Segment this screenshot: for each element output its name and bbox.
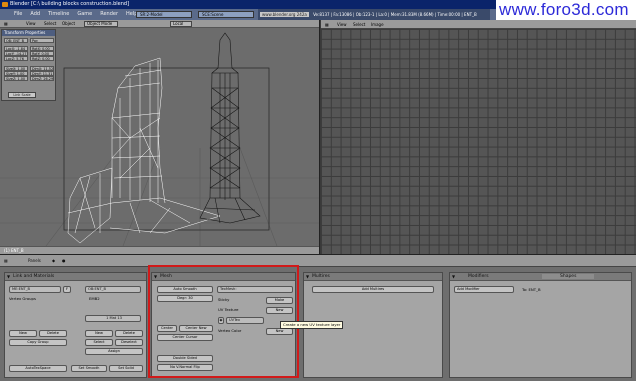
add-modifier-dropdown[interactable]: Add Modifier [454, 286, 514, 293]
tooltip: Create a new UV texture layer [280, 321, 344, 329]
blender-window: Blender [C:\ building blocks constructio… [0, 0, 636, 381]
object-name-field[interactable]: OB:ENT_B [85, 286, 141, 293]
menu-object[interactable]: Object [62, 21, 75, 27]
material-assign-button[interactable]: Assign [85, 348, 143, 355]
viewport-header: ▦ View Select Object Object Mode Local [0, 20, 319, 28]
mode-selector[interactable]: Object Mode [84, 21, 118, 27]
menu-add[interactable]: Add [30, 9, 40, 20]
link-and-materials-panel: Link and Materials ME:ENT_B F OB:ENT_B V… [4, 272, 147, 378]
vgroup-delete-button[interactable]: Delete [39, 330, 67, 337]
menu-timeline[interactable]: Timeline [48, 9, 69, 20]
menu-file[interactable]: File [14, 9, 22, 20]
panel-header[interactable]: Multires [304, 273, 442, 281]
wireframe-scene [0, 32, 319, 254]
editor-type-icon[interactable]: ▦ [4, 257, 8, 265]
buttons-window: ▦ Panels ◆ ● Link and Materials ME:ENT_B… [0, 254, 636, 381]
editor-type-icon[interactable]: ▦ [4, 21, 8, 27]
tab-modifiers[interactable]: Modifiers [468, 274, 489, 279]
menu-select[interactable]: Select [44, 21, 56, 27]
editing-context-icon[interactable]: ◆ [52, 257, 55, 265]
material-select-button[interactable]: Select [85, 339, 113, 346]
set-solid-button[interactable]: Set Solid [109, 365, 143, 372]
black-tower-mesh[interactable] [199, 32, 261, 224]
viewport-footer: (1) ENT_B [0, 246, 319, 254]
3d-viewport[interactable]: ▦ View Select Object Object Mode Local T… [0, 20, 320, 254]
panel-header: Modifiers Shapes [450, 273, 631, 281]
copy-group-button[interactable]: Copy Group [9, 339, 67, 346]
material-slot-field[interactable]: 1 Mat 13 [85, 315, 141, 322]
material-index-label: EMB2 [89, 296, 100, 301]
modifier-target-label: To: ENT_B [522, 287, 541, 292]
tab-shapes[interactable]: Shapes [541, 274, 595, 279]
uv-editor-header: ▦ View Select Image [321, 20, 636, 29]
menu-render[interactable]: Render [100, 9, 118, 20]
material-delete-button[interactable]: Delete [115, 330, 143, 337]
buttons-header: ▦ Panels ◆ ● [0, 255, 636, 267]
material-deselect-button[interactable]: Deselect [115, 339, 143, 346]
menu-game[interactable]: Game [77, 9, 92, 20]
white-tower-mesh[interactable] [67, 57, 221, 244]
vgroup-new-button[interactable]: New [9, 330, 37, 337]
screen-selector[interactable]: SR:2-Model [136, 11, 192, 18]
main-menu: File Add Timeline Game Render Help [14, 9, 137, 20]
menu-image[interactable]: Image [371, 21, 384, 28]
blender-logo-icon [2, 2, 8, 7]
scene-selector[interactable]: SCE:Scene [198, 11, 254, 18]
menu-view[interactable]: View [337, 21, 347, 28]
autotexspace-button[interactable]: AutoTexSpace [9, 365, 67, 372]
set-smooth-button[interactable]: Set Smooth [71, 365, 107, 372]
vertex-groups-label: Vertex Groups [9, 296, 36, 301]
info-bar: www.blender.org 242a Ve:8137 | Fa:13086 … [258, 9, 490, 20]
panels-menu[interactable]: Panels [28, 257, 41, 265]
highlight-annotation-box [148, 265, 299, 378]
add-multires-button[interactable]: Add Multires [312, 286, 434, 293]
modifiers-panel: Modifiers Shapes Add Modifier To: ENT_B [449, 272, 632, 378]
uv-image-editor[interactable]: ▦ View Select Image [321, 20, 636, 254]
menu-view[interactable]: View [26, 21, 36, 27]
pivot-selector[interactable]: Local [170, 21, 192, 27]
menu-select[interactable]: Select [353, 21, 365, 28]
uv-grid[interactable] [321, 29, 636, 254]
watermark: www.foro3d.com [496, 0, 636, 20]
scene-stats: Ve:8137 | Fa:13086 | Ob:123-1 | La:0 | M… [313, 12, 477, 17]
panel-header[interactable]: Link and Materials [5, 273, 146, 281]
editor-type-icon[interactable]: ▦ [325, 21, 329, 28]
mesh-name-field[interactable]: ME:ENT_B [9, 286, 61, 293]
material-new-button[interactable]: New [85, 330, 113, 337]
blender-version: www.blender.org 242a [260, 12, 309, 17]
fake-user-button[interactable]: F [63, 286, 71, 293]
object-context-icon[interactable]: ● [62, 257, 66, 265]
window-title: Blender [C:\ building blocks constructio… [10, 1, 130, 7]
